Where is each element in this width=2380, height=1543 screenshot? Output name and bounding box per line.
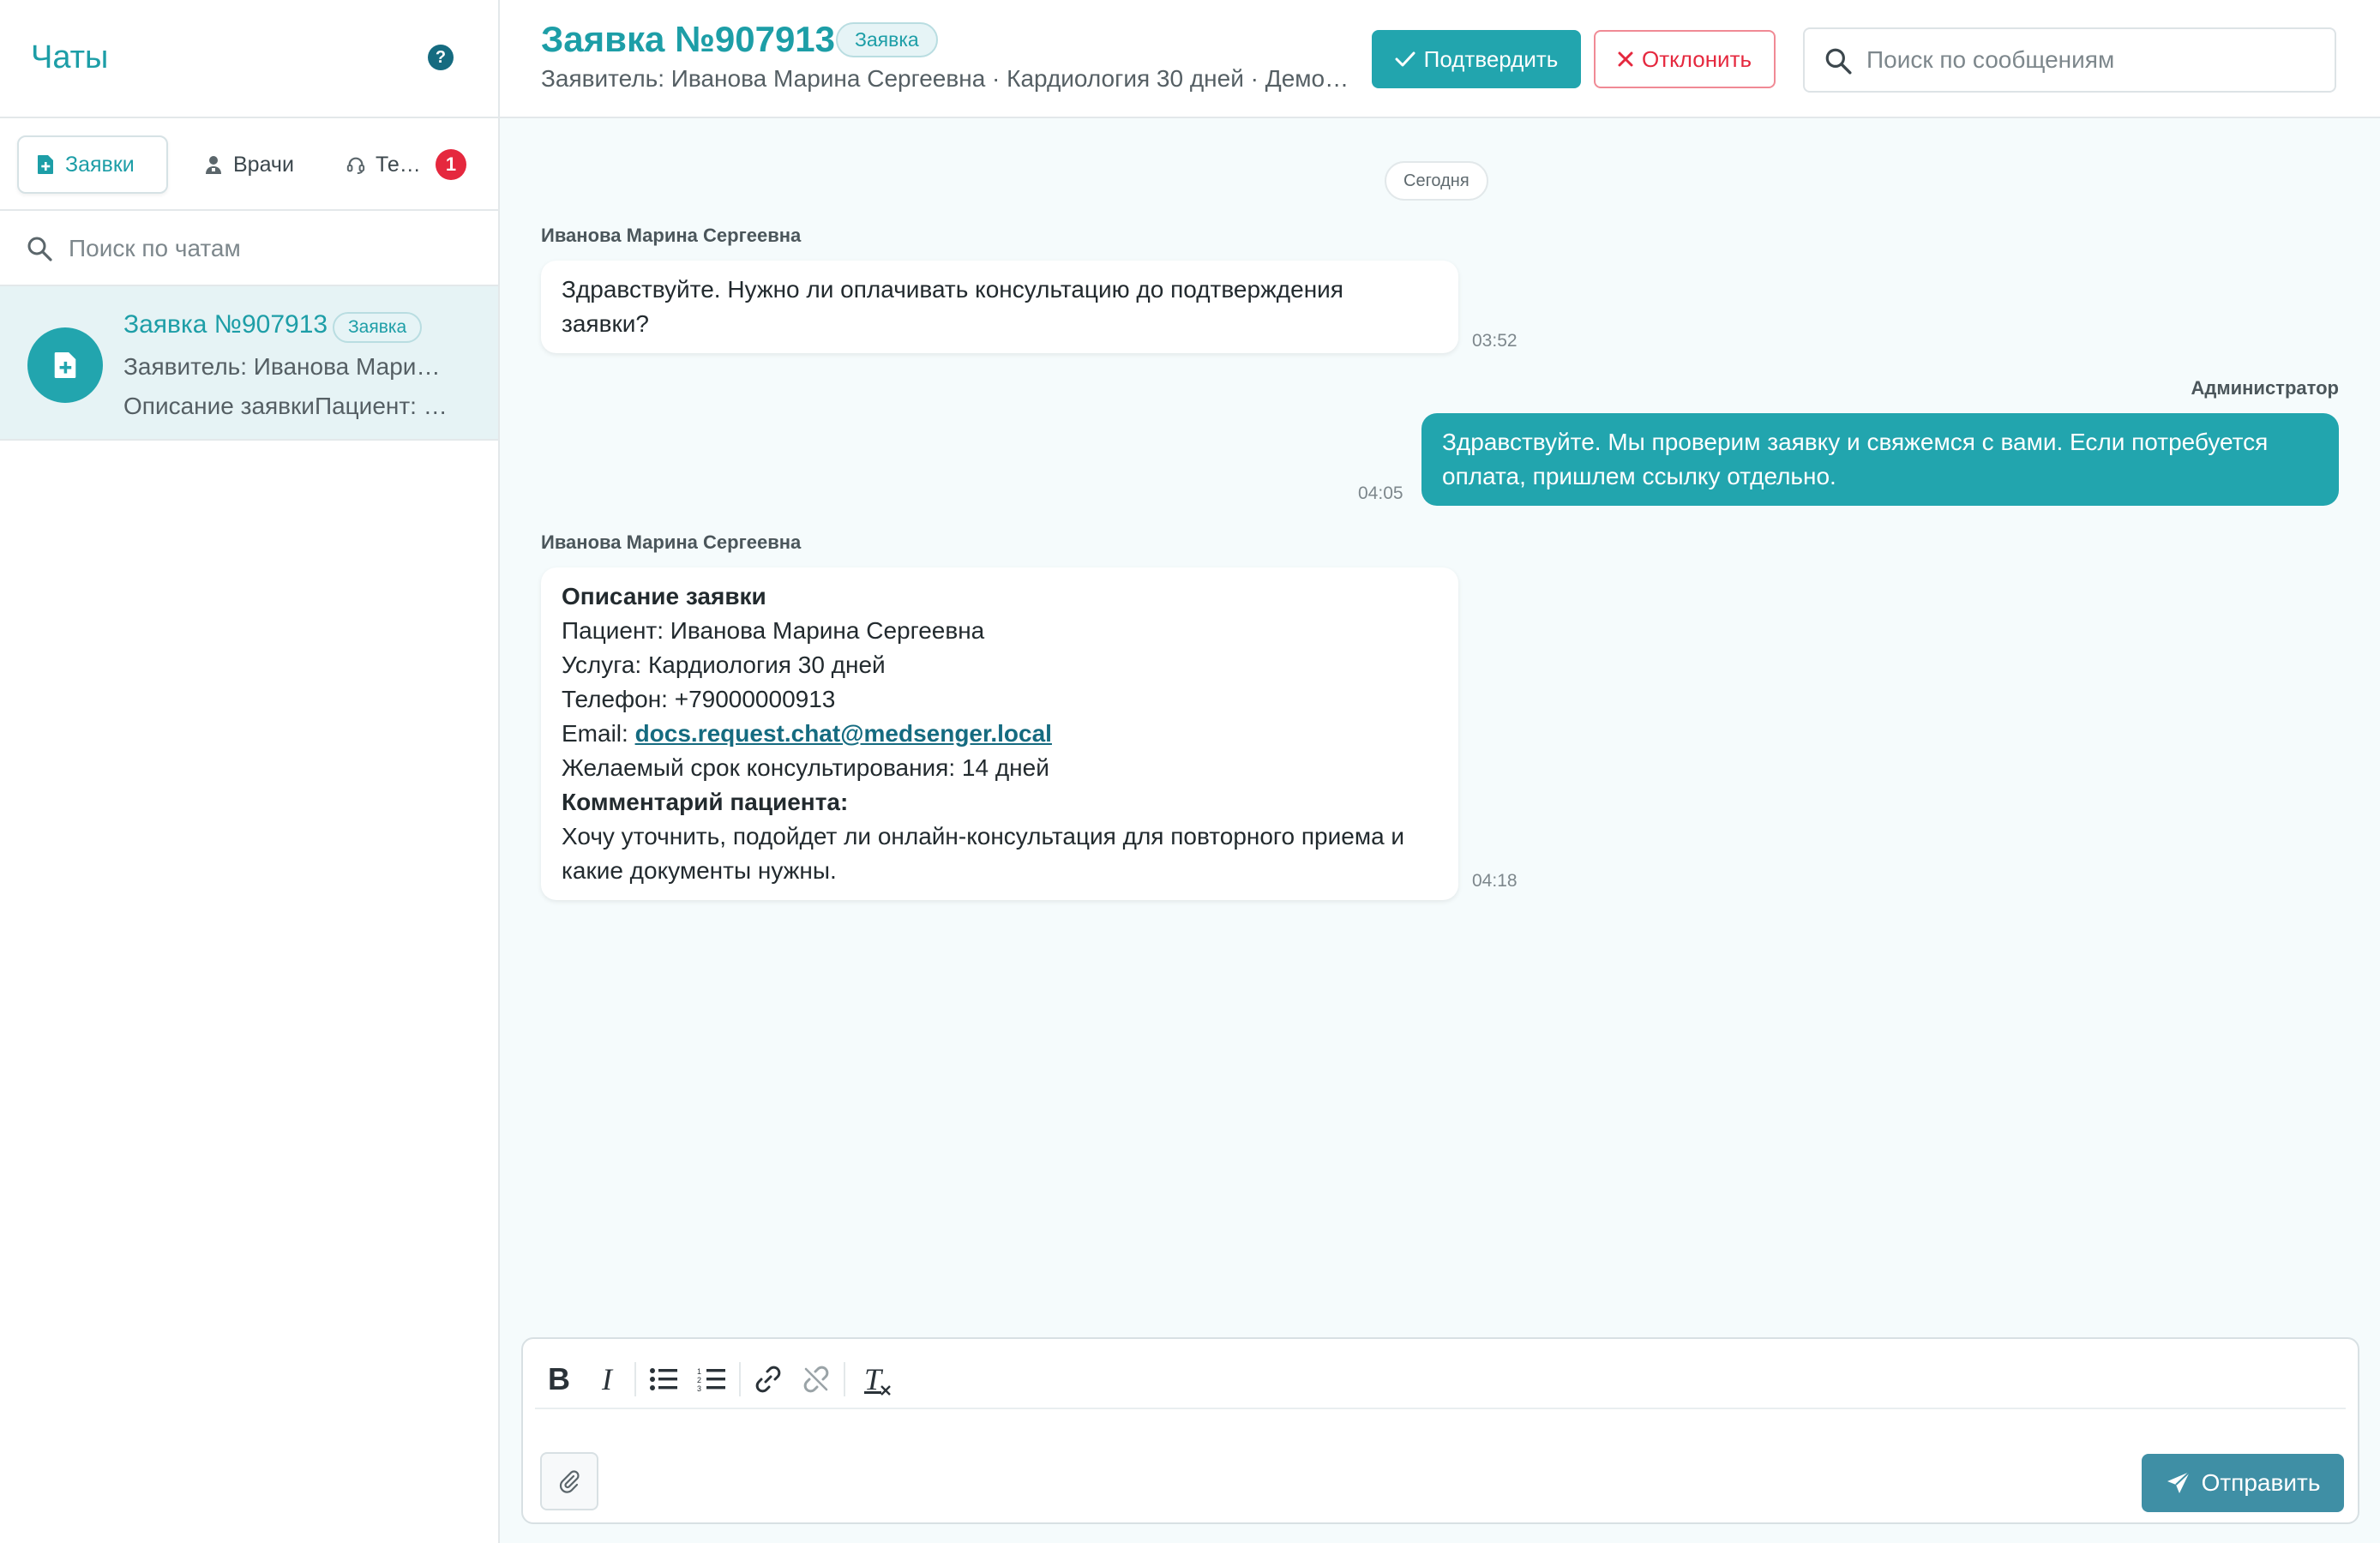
tab-requests[interactable]: Заявки [17,135,168,194]
message-text-line: оплата, пришлем ссылку отдельно. [1442,463,1836,489]
paperclip-icon [559,1470,580,1493]
tab-doctors-label: Врачи [233,152,294,177]
clear-format-icon[interactable]: T [849,1355,897,1403]
sidebar-tabs: Заявки Врачи Те… 1 [0,118,498,211]
reject-label: Отклонить [1641,45,1752,72]
comment-text-line: какие документы нужны. [562,857,837,884]
sidebar-header: Чаты ? [0,0,498,118]
confirm-button[interactable]: Подтвердить [1372,30,1581,88]
message-text-line: заявки? [562,310,649,337]
message-time: 04:05 [1358,483,1403,503]
confirm-label: Подтвердить [1423,45,1559,72]
message-time: 03:52 [1472,331,1518,351]
search-icon [27,237,52,261]
comment-text-line: Хочу уточнить, подойдет ли онлайн-консул… [562,823,1405,850]
request-service: Услуга: Кардиология 30 дней [562,651,886,678]
chat-preview-message: Описание заявкиПациент: Иванова Марина С… [123,393,451,419]
sidebar: Чаты ? Заявки Врачи Те… 1 Поиск по чатам… [0,0,500,1543]
toolbar-divider [634,1362,636,1396]
toolbar-divider [739,1362,741,1396]
chat-search [0,211,498,286]
italic-icon[interactable]: I [583,1355,631,1403]
format-toolbar: B I 1 2 3 T [535,1351,2346,1409]
message-text-line: Здравствуйте. Нужно ли оплачивать консул… [562,276,1343,303]
attach-button[interactable] [540,1452,598,1510]
message-time: 04:18 [1472,871,1518,891]
tab-support-label: Те… [376,152,421,177]
app-window: Чаты ? Заявки Врачи Те… 1 Поиск по чатам… [0,0,2380,1543]
chat-main: Заявка №907913 Заявка Заявитель: Иванова… [500,0,2380,1543]
avatar [27,327,103,403]
numbered-list-icon[interactable]: 1 2 3 [688,1355,736,1403]
message-sender: Иванова Марина Сергеевна [541,531,802,553]
chat-subtitle: Заявитель: Иванова Марина Сергеевна · Ка… [541,65,1349,92]
request-patient: Пациент: Иванова Марина Сергеевна [562,617,985,644]
bullet-list-icon[interactable] [640,1355,688,1403]
sidebar-title: Чаты [31,39,109,75]
svg-text:3: 3 [697,1384,701,1392]
send-icon [2167,1471,2191,1493]
send-label: Отправить [2201,1469,2321,1496]
send-button[interactable]: Отправить [2142,1454,2344,1512]
request-email-row: Email: docs.request.chat@medsenger.local [562,717,1438,751]
chat-preview-applicant: Заявитель: Иванова Марина Сергеевна [123,353,451,380]
search-icon [1825,48,1852,75]
unlink-icon-svg [803,1366,829,1393]
reject-button[interactable]: Отклонить [1594,30,1776,88]
message-search-input[interactable] [1866,38,2321,82]
tab-requests-label: Заявки [65,152,135,177]
doctor-icon [206,156,221,174]
headset-icon [346,157,365,174]
svg-text:2: 2 [697,1376,701,1384]
support-unread-badge: 1 [436,149,466,180]
message-bubble: Здравствуйте. Нужно ли оплачивать консул… [541,261,1458,353]
email-link[interactable]: docs.request.chat@medsenger.local [635,720,1052,747]
message-bubble: Здравствуйте. Мы проверим заявку и свяже… [1421,413,2339,506]
clear-format-glyph: T [863,1362,882,1396]
tab-support[interactable]: Те… [329,135,438,194]
tab-doctors[interactable]: Врачи [187,135,311,194]
small-x-icon [880,1385,891,1396]
request-term: Желаемый срок консультирования: 14 дней [562,754,1049,781]
link-icon-svg [755,1366,781,1393]
message-sender: Иванова Марина Сергеевна [541,225,802,246]
chat-header: Заявка №907913 Заявка Заявитель: Иванова… [500,0,2380,118]
message-search [1803,27,2336,93]
document-plus-icon [38,155,53,174]
comment-heading: Комментарий пациента: [562,789,849,815]
close-icon [1618,51,1633,67]
page-title: Заявка №907913 [541,19,836,59]
help-icon[interactable]: ? [428,45,454,70]
chat-title: Заявка №907913 [123,310,328,339]
message-bubble: Описание заявки Пациент: Иванова Марина … [541,567,1458,900]
message-text-line: Здравствуйте. Мы проверим заявку и свяже… [1442,429,2269,455]
chat-type-badge: Заявка [333,312,423,343]
request-email-label: Email: [562,720,635,747]
svg-text:1: 1 [697,1367,701,1376]
bold-icon[interactable]: B [535,1355,583,1403]
date-separator: Сегодня [1385,161,1488,201]
document-plus-icon [54,352,76,378]
bullet-list-icon-svg [650,1368,677,1390]
check-icon [1395,51,1415,67]
message-composer: B I 1 2 3 T Отправить [521,1337,2359,1524]
numbered-list-icon-svg: 1 2 3 [697,1367,725,1392]
status-badge: Заявка [836,22,938,57]
request-heading: Описание заявки [562,583,766,609]
chat-list-item[interactable]: Заявка №907913 Заявка Заявитель: Иванова… [0,286,498,441]
unlink-icon[interactable] [792,1355,840,1403]
chat-search-input[interactable] [69,226,480,271]
link-icon[interactable] [744,1355,792,1403]
toolbar-divider [844,1362,845,1396]
request-phone: Телефон: +79000000913 [562,686,836,712]
message-sender: Администратор [2191,377,2339,399]
